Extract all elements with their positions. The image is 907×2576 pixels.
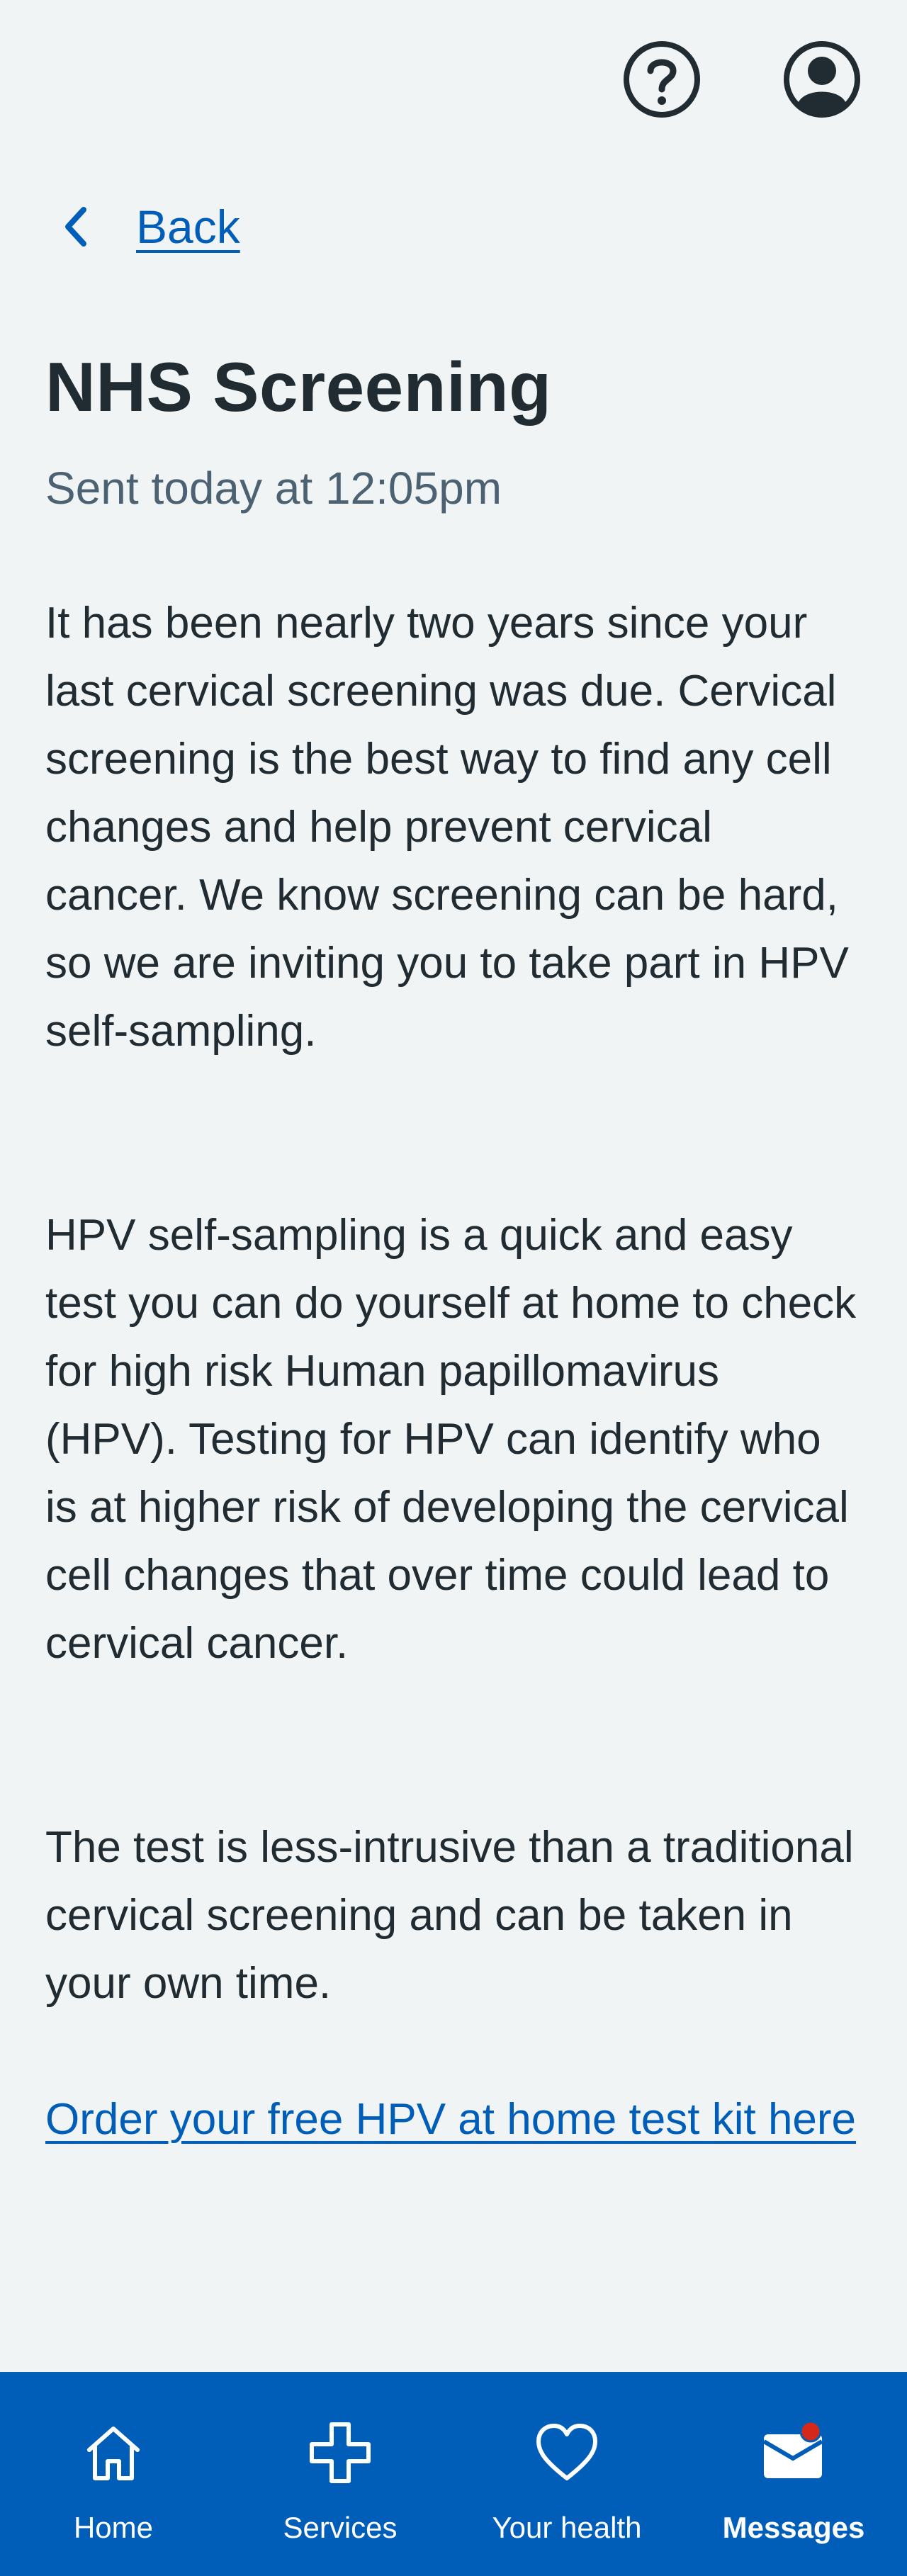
message-paragraph: The test is less-intrusive than a tradit… — [45, 1823, 854, 2008]
page-title: NHS Screening — [45, 348, 552, 426]
nav-item-messages[interactable]: Messages — [680, 2372, 907, 2576]
home-icon — [87, 2427, 140, 2480]
message-paragraph: HPV self-sampling is a quick and easy te… — [45, 1211, 857, 1668]
header-actions — [622, 40, 862, 119]
heart-icon — [536, 2424, 597, 2480]
nav-label: Home — [73, 2511, 154, 2544]
back-link-label: Back — [136, 200, 240, 253]
chevron-left-icon — [65, 207, 86, 247]
bottom-navigation: Home Services Your health Messages — [0, 2372, 907, 2576]
nav-label: Services — [283, 2511, 398, 2544]
nav-label: Messages — [722, 2511, 865, 2544]
user-account-icon[interactable] — [782, 40, 862, 119]
envelope-icon — [762, 2420, 823, 2478]
plus-cross-icon — [310, 2422, 371, 2483]
nav-label: Your health — [492, 2511, 642, 2544]
back-link[interactable]: Back — [61, 200, 240, 254]
nav-item-home[interactable]: Home — [0, 2372, 227, 2576]
message-paragraph: It has been nearly two years since your … — [45, 599, 849, 1056]
help-circle-icon[interactable] — [622, 40, 702, 119]
sent-timestamp: Sent today at 12:05pm — [45, 463, 502, 514]
nav-item-services[interactable]: Services — [227, 2372, 454, 2576]
nav-item-your-health[interactable]: Your health — [454, 2372, 680, 2576]
order-test-kit-link[interactable]: Order your free HPV at home test kit her… — [45, 2086, 860, 2154]
unread-badge — [799, 2420, 822, 2443]
